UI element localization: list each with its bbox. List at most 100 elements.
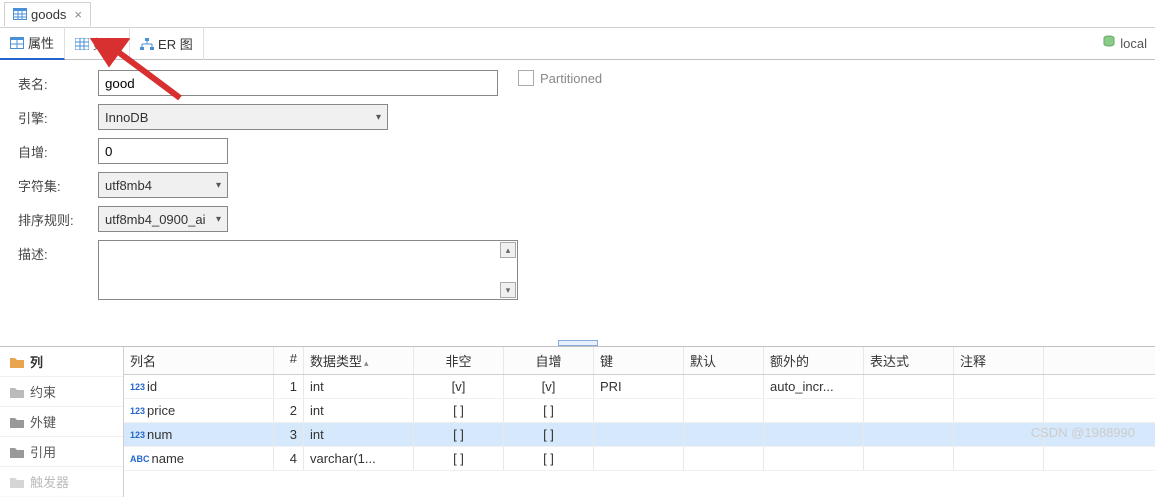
table-row[interactable]: 123price2int[ ][ ] (124, 399, 1155, 423)
splitter-handle[interactable] (0, 340, 1155, 346)
nav-columns[interactable]: 列 (0, 347, 123, 377)
cell-default (684, 375, 764, 398)
table-row[interactable]: ABCname4varchar(1...[ ][ ] (124, 447, 1155, 471)
nav-references[interactable]: 引用 (0, 437, 123, 467)
th-expr[interactable]: 表达式 (864, 347, 954, 374)
nav-label: 触发器 (30, 472, 69, 491)
cell-name: id (147, 379, 157, 394)
cell-name: price (147, 403, 175, 418)
folder-icon (10, 446, 24, 458)
label-table-name: 表名: (18, 70, 98, 93)
table-row[interactable]: 123num3int[ ][ ] (124, 423, 1155, 447)
breadcrumb[interactable]: local (1102, 35, 1155, 52)
scroll-up-button[interactable]: ▴ (500, 242, 516, 258)
cell-notnull: [ ] (414, 447, 504, 470)
partitioned-label: Partitioned (540, 71, 602, 86)
autoinc-input[interactable] (98, 138, 228, 164)
grid-icon (75, 38, 89, 50)
table-row[interactable]: 123id1int[v][v]PRIauto_incr... (124, 375, 1155, 399)
nav-label: 引用 (30, 442, 56, 461)
chevron-down-icon: ▾ (216, 180, 221, 191)
tab-label: 属性 (28, 33, 54, 52)
sort-icon: ▴ (364, 358, 369, 368)
label-description: 描述: (18, 240, 98, 263)
nav-label: 外键 (30, 412, 56, 431)
label-autoinc: 自增: (18, 138, 98, 161)
cell-index: 4 (274, 447, 304, 470)
watermark: CSDN @1988990 (1031, 425, 1135, 440)
label-engine: 引擎: (18, 104, 98, 127)
cell-type: int (304, 375, 414, 398)
breadcrumb-label: local (1120, 36, 1147, 51)
folder-icon (10, 356, 24, 368)
cell-auto: [ ] (504, 399, 594, 422)
label-collation: 排序规则: (18, 206, 98, 229)
cell-expr (864, 399, 954, 422)
close-icon[interactable]: × (74, 7, 82, 22)
cell-comment (954, 399, 1044, 422)
select-value: utf8mb4 (105, 178, 152, 193)
table-name-input[interactable] (98, 70, 498, 96)
cell-expr (864, 423, 954, 446)
table-icon (13, 8, 27, 20)
tab-data[interactable]: 数据 (65, 27, 130, 60)
select-value: utf8mb4_0900_ai (105, 212, 205, 227)
th-index[interactable]: # (274, 347, 304, 374)
cell-notnull: [ ] (414, 423, 504, 446)
th-auto[interactable]: 自增 (504, 347, 594, 374)
cell-auto: [v] (504, 375, 594, 398)
cell-extra (764, 399, 864, 422)
datatype-icon: 123 (130, 382, 145, 392)
cell-extra (764, 423, 864, 446)
engine-select[interactable]: InnoDB ▾ (98, 104, 388, 130)
cell-default (684, 423, 764, 446)
nav-label: 列 (30, 352, 43, 371)
cell-default (684, 447, 764, 470)
partitioned-checkbox[interactable] (518, 70, 534, 86)
th-default[interactable]: 默认 (684, 347, 764, 374)
folder-icon (10, 416, 24, 428)
chevron-down-icon: ▾ (376, 112, 381, 123)
scroll-down-button[interactable]: ▾ (500, 282, 516, 298)
table-header: 列名 # 数据类型▴ 非空 自增 键 默认 额外的 表达式 注释 (124, 347, 1155, 375)
nav-constraints[interactable]: 约束 (0, 377, 123, 407)
cell-key (594, 423, 684, 446)
datatype-icon: ABC (130, 454, 150, 464)
cell-index: 2 (274, 399, 304, 422)
nav-foreign-keys[interactable]: 外键 (0, 407, 123, 437)
cell-extra: auto_incr... (764, 375, 864, 398)
collation-select[interactable]: utf8mb4_0900_ai ▾ (98, 206, 228, 232)
label-charset: 字符集: (18, 172, 98, 195)
th-notnull[interactable]: 非空 (414, 347, 504, 374)
cell-name: num (147, 427, 172, 442)
th-extra[interactable]: 额外的 (764, 347, 864, 374)
cell-key: PRI (594, 375, 684, 398)
diagram-icon (140, 38, 154, 50)
cell-notnull: [v] (414, 375, 504, 398)
tab-er-diagram[interactable]: ER 图 (130, 27, 204, 60)
table-icon (10, 37, 24, 49)
tab-label: ER 图 (158, 34, 193, 53)
th-type[interactable]: 数据类型▴ (304, 347, 414, 374)
cell-expr (864, 375, 954, 398)
th-key[interactable]: 键 (594, 347, 684, 374)
chevron-down-icon: ▾ (216, 214, 221, 225)
th-comment[interactable]: 注释 (954, 347, 1044, 374)
description-textarea[interactable] (98, 240, 518, 300)
cell-expr (864, 447, 954, 470)
cell-index: 3 (274, 423, 304, 446)
cell-type: varchar(1... (304, 447, 414, 470)
nav-triggers[interactable]: 触发器 (0, 467, 123, 497)
file-tab-goods[interactable]: goods × (4, 2, 91, 26)
charset-select[interactable]: utf8mb4 ▾ (98, 172, 228, 198)
cell-comment (954, 375, 1044, 398)
cell-default (684, 399, 764, 422)
cell-extra (764, 447, 864, 470)
folder-icon (10, 476, 24, 488)
cell-type: int (304, 399, 414, 422)
th-name[interactable]: 列名 (124, 347, 274, 374)
cell-auto: [ ] (504, 447, 594, 470)
cell-key (594, 399, 684, 422)
tab-properties[interactable]: 属性 (0, 27, 65, 60)
tab-label: 数据 (93, 34, 119, 53)
